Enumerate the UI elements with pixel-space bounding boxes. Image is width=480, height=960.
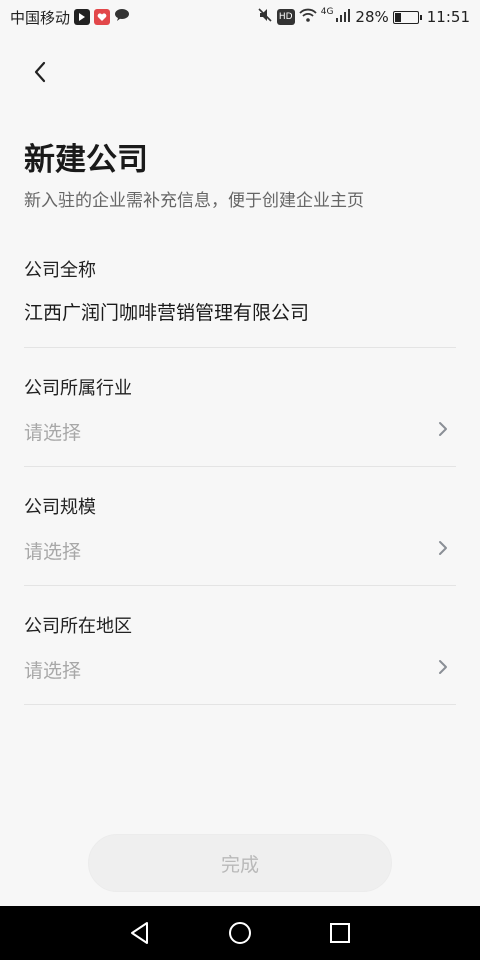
notification-icon <box>74 9 91 25</box>
company-full-name-field[interactable]: 公司全称 江西广润门咖啡营销管理有限公司 <box>24 250 456 348</box>
chat-bubble-icon <box>114 8 130 26</box>
wifi-icon <box>299 8 317 26</box>
signal-icon <box>335 8 351 26</box>
company-industry-label: 公司所属行业 <box>24 378 132 399</box>
nav-recents-button[interactable] <box>320 913 360 953</box>
done-button[interactable]: 完成 <box>88 834 392 892</box>
hd-badge: HD <box>276 9 295 25</box>
mute-icon <box>257 7 273 27</box>
battery-icon <box>392 10 422 24</box>
network-type: 4G <box>320 7 334 17</box>
carrier-label: 中国移动 <box>10 8 71 27</box>
chevron-right-icon[interactable] <box>436 420 450 438</box>
status-bar-right: HD 4G 28% 11:51 <box>257 7 470 27</box>
company-full-name-value[interactable]: 江西广润门咖啡营销管理有限公司 <box>24 298 309 325</box>
chevron-right-icon[interactable] <box>436 658 450 676</box>
company-full-name-label: 公司全称 <box>24 260 96 281</box>
company-industry-field[interactable]: 公司所属行业 请选择 <box>24 368 456 467</box>
company-region-placeholder[interactable]: 请选择 <box>24 656 81 683</box>
page-subtitle: 新入驻的企业需补充信息，便于创建企业主页 <box>24 191 364 211</box>
company-scale-field[interactable]: 公司规模 请选择 <box>24 487 456 586</box>
back-button[interactable] <box>22 54 58 90</box>
app-badge-icon <box>94 9 111 25</box>
battery-fill <box>394 12 401 22</box>
company-scale-label: 公司规模 <box>24 497 96 518</box>
back-triangle-icon <box>131 922 148 944</box>
company-region-label: 公司所在地区 <box>24 616 132 637</box>
chevron-right-icon[interactable] <box>436 539 450 557</box>
company-industry-placeholder[interactable]: 请选择 <box>24 418 81 445</box>
home-circle-icon <box>229 922 251 944</box>
chevron-left-icon <box>34 61 46 83</box>
company-region-field[interactable]: 公司所在地区 请选择 <box>24 606 456 705</box>
system-nav-bar <box>0 906 480 960</box>
page-title: 新建公司 <box>24 142 148 178</box>
recents-square-icon <box>330 923 350 943</box>
company-scale-placeholder[interactable]: 请选择 <box>24 537 81 564</box>
nav-back-button[interactable] <box>120 913 160 953</box>
status-bar-left: 中国移动 <box>10 7 130 28</box>
status-bar: 中国移动 HD 4G 28% 11:51 <box>0 0 480 34</box>
battery-percent: 28% <box>355 8 389 26</box>
clock: 11:51 <box>426 8 470 26</box>
nav-home-button[interactable] <box>220 913 260 953</box>
